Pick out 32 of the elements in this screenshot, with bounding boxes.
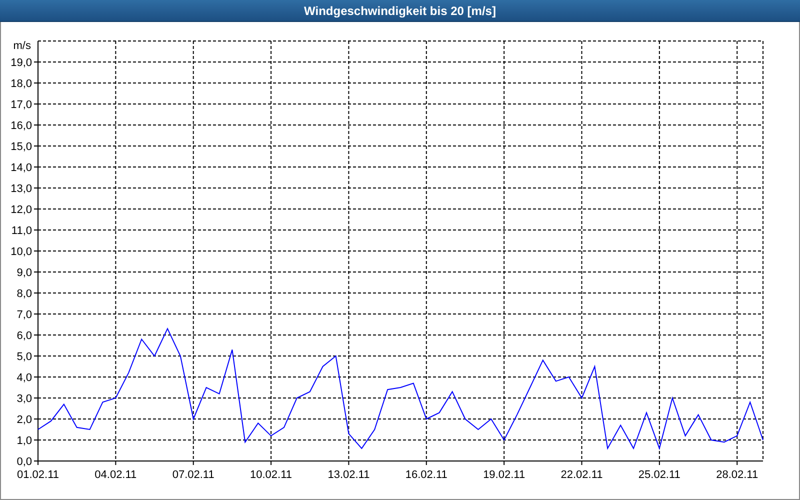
y-tick-label: 10,0	[10, 246, 32, 258]
y-tick-label: 18,0	[10, 78, 32, 90]
x-tick-label: 01.02.11	[17, 469, 59, 481]
y-tick-label: 8,0	[16, 288, 32, 300]
x-tick-label: 25.02.11	[638, 469, 680, 481]
x-tick-label: 28.02.11	[716, 469, 758, 481]
y-tick-label: 11,0	[11, 225, 32, 237]
y-tick-label: 19,0	[10, 57, 32, 69]
y-axis-unit: m/s	[13, 40, 31, 52]
y-tick-label: 17,0	[10, 99, 32, 111]
y-tick-label: 13,0	[10, 183, 32, 195]
x-tick-label: 07.02.11	[172, 469, 214, 481]
y-tick-label: 0,0	[16, 456, 32, 468]
y-tick-label: 9,0	[16, 267, 32, 279]
x-tick-label: 04.02.11	[94, 469, 137, 481]
y-tick-label: 4,0	[16, 372, 32, 384]
x-tick-label: 22.02.11	[560, 469, 603, 481]
y-tick-label: 1,0	[16, 435, 32, 447]
y-tick-label: 12,0	[10, 204, 32, 216]
y-tick-label: 3,0	[16, 393, 32, 405]
x-tick-label: 19.02.11	[483, 469, 526, 481]
y-tick-label: 5,0	[16, 351, 32, 363]
x-tick-label: 13.02.11	[328, 469, 370, 481]
y-tick-label: 6,0	[16, 330, 32, 342]
y-tick-label: 15,0	[10, 141, 32, 153]
y-tick-label: 14,0	[10, 162, 32, 174]
x-tick-label: 16.02.11	[405, 469, 448, 481]
y-tick-label: 16,0	[10, 120, 32, 132]
y-tick-label: 7,0	[16, 309, 32, 321]
window-title: Windgeschwindigkeit bis 20 [m/s]	[304, 2, 496, 20]
x-tick-label: 10.02.11	[250, 469, 292, 481]
y-tick-label: 2,0	[16, 414, 32, 426]
